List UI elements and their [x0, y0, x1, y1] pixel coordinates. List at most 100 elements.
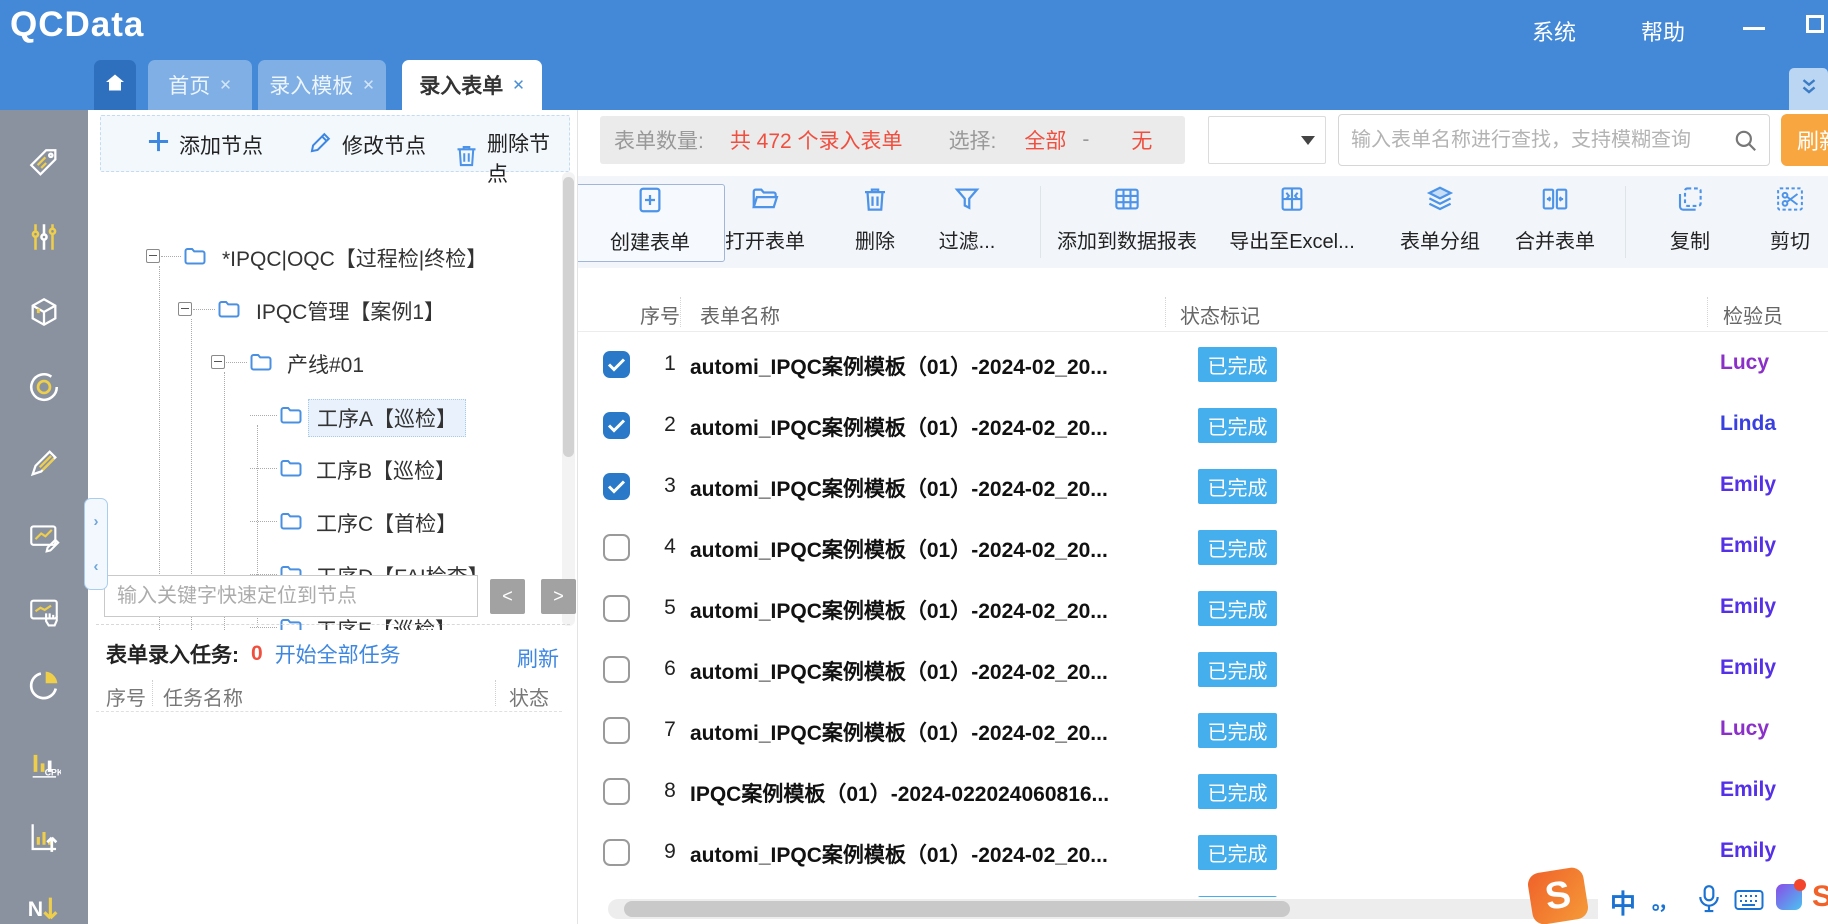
target-icon[interactable] [27, 370, 61, 404]
row-checkbox[interactable] [603, 656, 630, 683]
table-row[interactable]: 6automi_IPQC案例模板（01）-2024-02_20...已完成Emi… [578, 639, 1828, 700]
filter-dropdown[interactable] [1208, 116, 1326, 164]
tree-node-label[interactable]: 工序B【巡检】 [308, 452, 464, 488]
row-checkbox[interactable] [603, 351, 630, 378]
toolbar-excel-button[interactable]: 导出至Excel... [1217, 184, 1367, 262]
form-name[interactable]: automi_IPQC案例模板（01）-2024-02_20... [690, 656, 1108, 686]
chevron-left-icon[interactable]: ‹ [94, 558, 99, 575]
toolbar-scissors-button[interactable]: 剪切 [1715, 184, 1828, 262]
table-row[interactable]: 5automi_IPQC案例模板（01）-2024-02_20...已完成Emi… [578, 578, 1828, 639]
tab-label: 录入表单 [419, 70, 503, 100]
tree-node[interactable]: 产线#01 [88, 336, 570, 389]
tree-scrollbar-thumb[interactable] [563, 177, 574, 457]
tree-node-label[interactable]: 工序C【首检】 [308, 505, 465, 541]
tree-node[interactable]: IPQC管理【案例1】 [88, 283, 570, 336]
tree-node[interactable]: 工序A【巡检】 [88, 389, 570, 442]
tree-node[interactable]: 工序C【首检】 [88, 495, 570, 548]
form-panel: 表单数量: 共 472 个录入表单 选择: 全部 - 无 刷新 创建表单打开表单… [578, 110, 1828, 924]
close-icon[interactable]: ✕ [219, 76, 232, 94]
row-checkbox[interactable] [603, 534, 630, 561]
microphone-icon[interactable] [1696, 884, 1722, 914]
chart-edit-icon[interactable] [27, 520, 61, 554]
select-all-link[interactable]: 全部 [1024, 125, 1066, 155]
col-status: 状态标记 [1180, 300, 1260, 329]
form-name[interactable]: automi_IPQC案例模板（01）-2024-02_20... [690, 717, 1108, 747]
ime-punctuation-toggle[interactable]: 。， [1652, 888, 1675, 915]
horizontal-scrollbar-thumb[interactable] [624, 901, 1290, 917]
panel-toggle[interactable]: › ‹ [84, 498, 108, 590]
row-checkbox[interactable] [603, 839, 630, 866]
row-checkbox[interactable] [603, 717, 630, 744]
tree-expander[interactable] [211, 355, 225, 369]
table-row[interactable]: 3automi_IPQC案例模板（01）-2024-02_20...已完成Emi… [578, 456, 1828, 517]
tree-node-label[interactable]: 产线#01 [279, 346, 372, 382]
tree-scrollbar[interactable] [562, 172, 575, 626]
form-name[interactable]: automi_IPQC案例模板（01）-2024-02_20... [690, 839, 1108, 869]
cpk-bars-icon[interactable]: CPK [27, 745, 61, 779]
ime-lang-toggle[interactable]: 中 [1610, 884, 1636, 921]
menu-help[interactable]: 帮助 [1641, 15, 1685, 47]
toolbar-table-button[interactable]: 添加到数据报表 [1052, 184, 1202, 262]
table-row[interactable]: 8IPQC案例模板（01）-2024-022024060816...已完成Emi… [578, 761, 1828, 822]
search-icon[interactable] [1733, 128, 1759, 154]
tab-entry-template[interactable]: 录入模板 ✕ [258, 60, 386, 110]
tree-node-label[interactable]: *IPQC|OQC【过程检|终检】 [214, 240, 495, 276]
minimize-button[interactable] [1743, 27, 1765, 30]
form-name[interactable]: automi_IPQC案例模板（01）-2024-02_20... [690, 534, 1108, 564]
row-checkbox[interactable] [603, 778, 630, 805]
row-checkbox[interactable] [603, 412, 630, 439]
maximize-button[interactable] [1806, 15, 1824, 33]
edit-icon [308, 128, 335, 161]
tree-node-label[interactable]: 工序A【巡检】 [308, 399, 466, 437]
table-row[interactable]: 2automi_IPQC案例模板（01）-2024-02_20...已完成Lin… [578, 395, 1828, 456]
tab-collapse-button[interactable] [1789, 68, 1828, 110]
node-locate-input[interactable] [104, 575, 478, 617]
tree-expander[interactable] [178, 302, 192, 316]
close-icon[interactable]: ✕ [362, 76, 375, 94]
tree-node[interactable]: *IPQC|OQC【过程检|终检】 [88, 230, 570, 283]
pencil-icon[interactable] [27, 446, 61, 480]
form-name[interactable]: automi_IPQC案例模板（01）-2024-02_20... [690, 351, 1108, 381]
tag-icon[interactable] [27, 146, 61, 180]
sogou-logo-icon[interactable]: S [1526, 866, 1589, 924]
task-refresh-link[interactable]: 刷新 [517, 643, 559, 673]
sliders-icon[interactable] [27, 220, 61, 254]
menu-system[interactable]: 系统 [1532, 15, 1576, 47]
tab-homepage[interactable]: 首页 ✕ [148, 60, 252, 110]
form-name[interactable]: automi_IPQC案例模板（01）-2024-02_20... [690, 473, 1108, 503]
table-row[interactable]: 4automi_IPQC案例模板（01）-2024-02_20...已完成Emi… [578, 517, 1828, 578]
sogou-s-icon[interactable]: S [1812, 880, 1828, 914]
keyboard-icon[interactable] [1734, 888, 1764, 912]
select-none-link[interactable]: 无 [1131, 125, 1152, 155]
tab-home[interactable] [94, 60, 136, 110]
cube-icon[interactable] [27, 295, 61, 329]
form-name[interactable]: IPQC案例模板（01）-2024-022024060816... [690, 778, 1109, 808]
table-row[interactable]: 7automi_IPQC案例模板（01）-2024-02_20...已完成Luc… [578, 700, 1828, 761]
form-name[interactable]: automi_IPQC案例模板（01）-2024-02_20... [690, 412, 1108, 442]
locate-prev-button[interactable]: < [490, 579, 525, 614]
close-icon[interactable]: ✕ [512, 76, 525, 94]
pie-chart-icon[interactable] [27, 668, 61, 702]
toolbar-merge-button[interactable]: 合并表单 [1480, 184, 1630, 262]
tab-entry-form[interactable]: 录入表单 ✕ [402, 60, 542, 110]
node-toolbar-plus-button[interactable]: 添加节点 [145, 128, 263, 161]
form-name[interactable]: automi_IPQC案例模板（01）-2024-02_20... [690, 595, 1108, 625]
table-row[interactable]: 1automi_IPQC案例模板（01）-2024-02_20...已完成Luc… [578, 334, 1828, 395]
chevron-right-icon[interactable]: › [94, 513, 99, 530]
refresh-button[interactable]: 刷新 [1781, 114, 1828, 166]
board-hand-icon[interactable] [27, 595, 61, 629]
row-checkbox[interactable] [603, 473, 630, 500]
start-all-tasks-link[interactable]: 开始全部任务 [275, 639, 401, 669]
tree-node[interactable]: 工序B【巡检】 [88, 442, 570, 495]
tree-connector [250, 415, 277, 416]
n-down-icon[interactable]: N [27, 892, 61, 924]
form-search-input[interactable] [1351, 116, 1721, 164]
ime-suite-icon[interactable] [1776, 884, 1802, 910]
tree-expander[interactable] [146, 249, 160, 263]
bars-up-icon[interactable] [27, 820, 61, 854]
row-checkbox[interactable] [603, 595, 630, 622]
tree-node-label[interactable]: IPQC管理【案例1】 [248, 293, 453, 329]
locate-next-button[interactable]: > [541, 579, 576, 614]
node-toolbar-edit-button[interactable]: 修改节点 [308, 128, 426, 161]
toolbar-funnel-button[interactable]: 过滤... [892, 184, 1042, 262]
